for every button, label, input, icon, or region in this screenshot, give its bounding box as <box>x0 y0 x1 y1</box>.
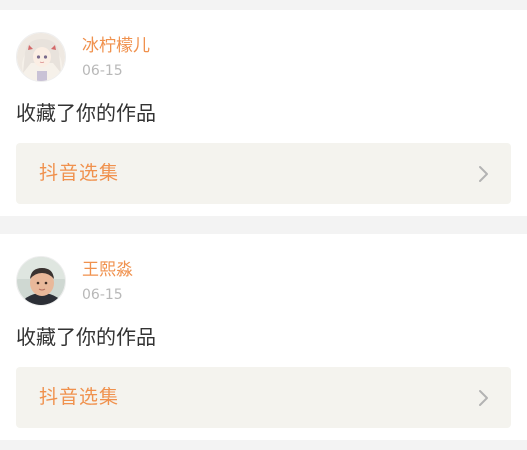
avatar[interactable] <box>16 256 66 306</box>
anime-girl-avatar-icon <box>17 33 65 81</box>
timestamp: 06-15 <box>82 287 123 303</box>
activity-text: 收藏了你的作品 <box>16 101 156 125</box>
username[interactable]: 王熙淼 <box>82 260 133 280</box>
notification-card[interactable]: 王熙淼 06-15 收藏了你的作品 抖音选集 <box>0 234 527 440</box>
collection-link[interactable]: 抖音选集 <box>16 143 511 204</box>
avatar[interactable] <box>16 32 66 82</box>
collection-label: 抖音选集 <box>39 162 120 184</box>
timestamp: 06-15 <box>82 63 123 79</box>
notification-feed: 冰柠檬儿 06-15 收藏了你的作品 抖音选集 王熙淼 06-15 收藏了你的作… <box>0 0 527 450</box>
notification-card[interactable]: 冰柠檬儿 06-15 收藏了你的作品 抖音选集 <box>0 10 527 216</box>
chevron-right-icon <box>479 390 488 406</box>
chevron-right-icon <box>479 166 488 182</box>
collection-link[interactable]: 抖音选集 <box>16 367 511 428</box>
collection-label: 抖音选集 <box>39 386 120 408</box>
child-photo-avatar-icon <box>17 257 65 305</box>
username[interactable]: 冰柠檬儿 <box>82 36 150 56</box>
activity-text: 收藏了你的作品 <box>16 325 156 349</box>
